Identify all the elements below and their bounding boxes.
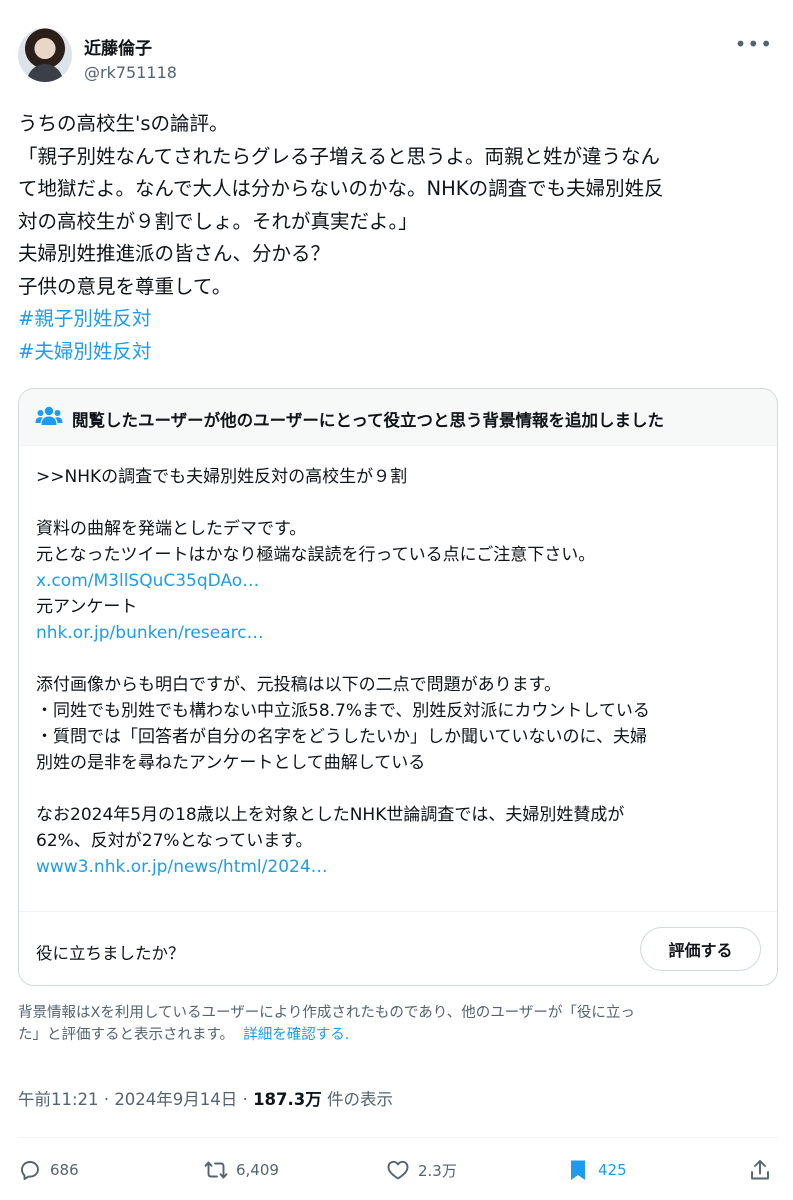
note-line: 元となったツイートはかなり極端な誤読を行っている点にご注意下さい。 xyxy=(36,545,596,565)
bookmark-count: 425 xyxy=(598,1161,627,1179)
repost-count: 6,409 xyxy=(236,1161,279,1179)
author-handle[interactable]: @rk751118 xyxy=(84,63,177,82)
like-button[interactable]: 2.3万 xyxy=(386,1150,457,1190)
note-quote: >>NHKの調査でも夫婦別姓反対の高校生が９割 xyxy=(36,467,408,487)
reply-icon xyxy=(21,1161,39,1180)
note-line: なお2024年5月の18歳以上を対象としたNHK世論調査では、夫婦別姓賛成が xyxy=(36,805,625,825)
note-link-x[interactable]: x.com/M3llSQuC35qDAo… xyxy=(36,571,259,591)
note-line: ・質問では「回答者が自分の名字をどうしたいか」しか聞いていないのに、夫婦 xyxy=(36,727,647,747)
disclaimer-line: た」と評価すると表示されます。 xyxy=(18,1027,235,1043)
reply-button[interactable]: 686 xyxy=(18,1150,79,1190)
community-note-text: >>NHKの調査でも夫婦別姓反対の高校生が９割 資料の曲解を発端としたデマです。… xyxy=(36,464,766,880)
share-icon xyxy=(751,1160,769,1180)
more-options-icon[interactable]: ••• xyxy=(735,32,773,56)
repost-icon xyxy=(204,1161,228,1179)
note-line: ・同姓でも別姓でも構わない中立派58.7%まで、別姓反対派にカウントしている xyxy=(36,701,650,721)
meta-separator: · xyxy=(103,1090,110,1109)
note-source-label: 元アンケート xyxy=(36,597,138,617)
like-count: 2.3万 xyxy=(418,1161,457,1180)
tweet-line: 対の高校生が９割でしょ。それが真実だよ。」 xyxy=(18,209,418,233)
share-button[interactable] xyxy=(748,1150,772,1190)
avatar-figure xyxy=(27,64,63,82)
tweet-text: うちの高校生'sの論評。 「親子別姓なんてされたらグレる子増えると思うよ。両親と… xyxy=(18,108,778,368)
note-link-nhk-news[interactable]: www3.nhk.or.jp/news/html/2024… xyxy=(36,857,328,877)
repost-button[interactable]: 6,409 xyxy=(204,1150,279,1190)
tweet-line: て地獄だよ。なんで大人は分からないのかな。NHKの調査でも夫婦別姓反 xyxy=(18,177,664,200)
hashtag-link[interactable]: #親子別姓反対 xyxy=(18,307,151,330)
action-bar: 686 6,409 2.3万 425 xyxy=(18,1150,778,1190)
note-line: 別姓の是非を尋ねたアンケートとして曲解している xyxy=(36,753,426,773)
reply-count: 686 xyxy=(50,1161,79,1179)
tweet-time[interactable]: 午前11:21 xyxy=(18,1090,99,1109)
note-link-nhk-bunken[interactable]: nhk.or.jp/bunken/researc… xyxy=(36,623,264,643)
tweet-line: うちの高校生'sの論評。 xyxy=(18,112,229,135)
tweet-meta: 午前11:21 · 2024年9月14日 · 187.3万 件の表示 xyxy=(18,1086,393,1110)
community-note-disclaimer: 背景情報はXを利用しているユーザーにより作成されたものであり、他のユーザーが「役… xyxy=(18,1002,778,1046)
views-count: 187.3万 xyxy=(253,1090,322,1109)
heart-icon xyxy=(387,1160,409,1180)
community-note-header: 閲覧したユーザーが他のユーザーにとって役立つと思う背景情報を追加しました xyxy=(19,389,777,446)
rate-note-button[interactable]: 評価する xyxy=(640,927,761,971)
learn-more-link[interactable]: 詳細を確認する. xyxy=(243,1027,349,1043)
tweet-line: 夫婦別姓推進派の皆さん、分かる？ xyxy=(18,242,331,265)
note-line: 添付画像からも明白ですが、元投稿は以下の二点で問題があります。 xyxy=(36,675,561,695)
note-line: 62%、反対が27%となっています。 xyxy=(36,831,313,851)
avatar[interactable] xyxy=(18,28,72,82)
tweet-header: 近藤倫子 @rk751118 ••• xyxy=(18,28,775,86)
tweet-line: 子供の意見を尊重して。 xyxy=(18,274,232,298)
people-icon xyxy=(35,406,63,425)
disclaimer-line: 背景情報はXを利用しているユーザーにより作成されたものであり、他のユーザーが「役… xyxy=(18,1005,635,1021)
community-note-card: 閲覧したユーザーが他のユーザーにとって役立つと思う背景情報を追加しました >>N… xyxy=(18,388,778,986)
divider xyxy=(18,1137,778,1138)
note-line: 資料の曲解を発端としたデマです。 xyxy=(36,519,307,539)
bookmark-button[interactable]: 425 xyxy=(566,1150,627,1190)
hashtag-link[interactable]: #夫婦別姓反対 xyxy=(18,340,151,363)
bookmark-icon xyxy=(571,1160,585,1180)
meta-separator: · xyxy=(242,1090,248,1109)
tweet-line: 「親子別姓なんてされたらグレる子増えると思うよ。両親と姓が違うなん xyxy=(18,144,660,168)
author-display-name[interactable]: 近藤倫子 xyxy=(84,34,152,59)
helpful-question: 役に立ちましたか？ xyxy=(36,944,185,963)
community-note-footer: 役に立ちましたか？ 評価する xyxy=(19,911,777,985)
tweet-date[interactable]: 2024年9月14日 xyxy=(114,1090,237,1109)
community-note-title: 閲覧したユーザーが他のユーザーにとって役立つと思う背景情報を追加しました xyxy=(72,411,665,430)
views-label: 件の表示 xyxy=(327,1090,394,1109)
